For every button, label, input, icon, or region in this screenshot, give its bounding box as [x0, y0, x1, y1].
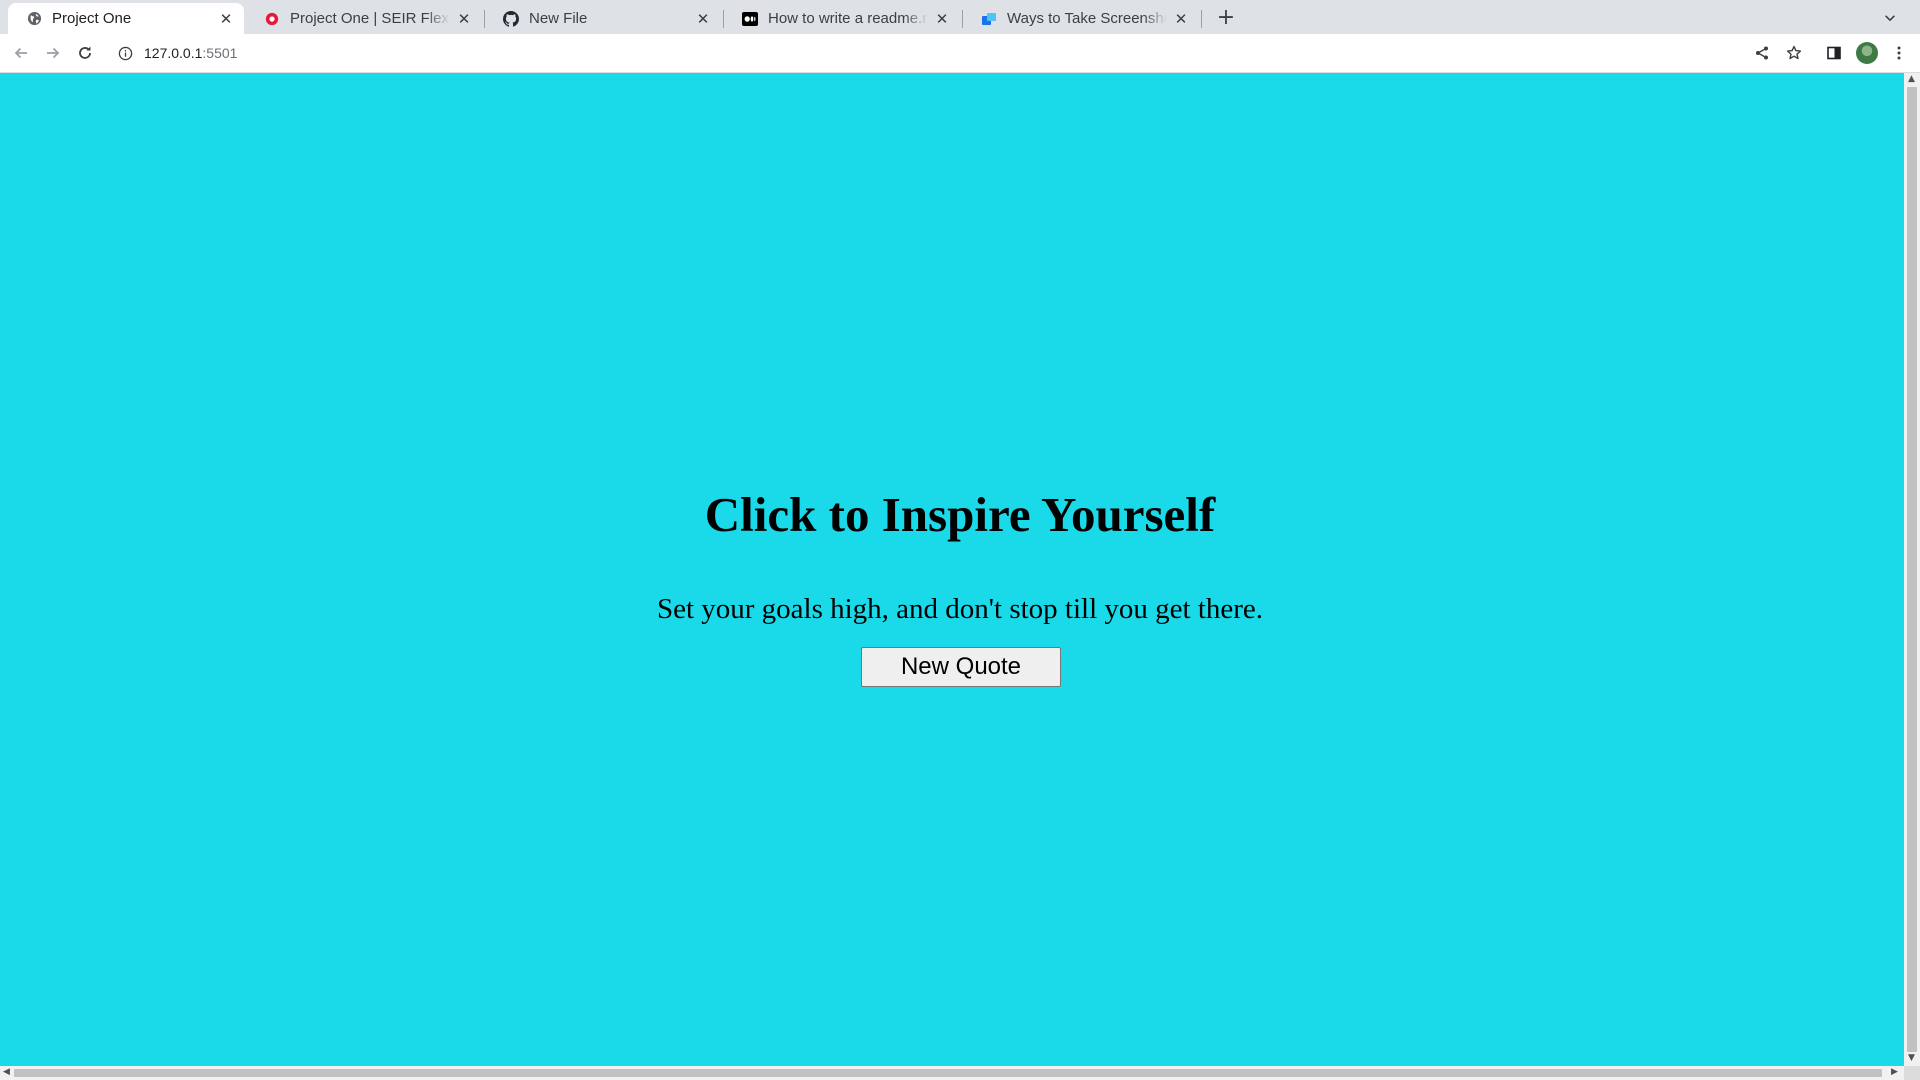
tab-screenshots-article[interactable]: Ways to Take Screenshots ✕ — [963, 3, 1199, 34]
more-vert-icon — [1897, 46, 1901, 60]
reload-icon — [79, 46, 91, 59]
new-quote-button[interactable]: New Quote — [861, 647, 1061, 687]
close-tab-icon[interactable]: ✕ — [695, 11, 711, 27]
tab-title: Project One | SEIR Flex 11 — [290, 10, 450, 27]
new-tab-button[interactable]: + — [1213, 5, 1239, 31]
bookmark-button[interactable] — [1782, 41, 1806, 65]
side-panel-icon — [1827, 46, 1841, 60]
url-port: :5501 — [202, 45, 238, 61]
back-arrow-icon — [14, 47, 27, 59]
tab-search-button[interactable] — [1878, 6, 1902, 30]
toolbar: 127.0.0.1:5501 — [0, 34, 1920, 72]
close-tab-icon[interactable]: ✕ — [456, 11, 472, 27]
chevron-down-icon — [1885, 15, 1895, 22]
tab-seir-flex[interactable]: Project One | SEIR Flex 11 ✕ — [246, 3, 482, 34]
tab-title: New File — [529, 10, 588, 27]
medium-icon — [742, 11, 758, 27]
back-button[interactable] — [9, 41, 33, 65]
tab-title: Project One — [52, 10, 132, 27]
close-tab-icon[interactable]: ✕ — [1173, 11, 1189, 27]
ga-logo-icon — [264, 11, 280, 27]
scroll-down-arrow-icon[interactable]: ▼ — [1908, 1054, 1915, 1063]
tab-readme-article[interactable]: How to write a readme.md ✕ — [724, 3, 960, 34]
site-info-icon[interactable] — [116, 44, 134, 62]
vertical-scrollbar[interactable]: ▲ ▼ — [1904, 73, 1920, 1066]
tab-project-one[interactable]: Project One ✕ — [8, 3, 244, 34]
tab-title: Ways to Take Screenshots — [1007, 10, 1167, 27]
browser-chrome: Project One ✕ Project One | SEIR Flex 11… — [0, 0, 1920, 73]
windows-icon — [981, 11, 997, 27]
reload-button[interactable] — [73, 41, 97, 65]
share-icon — [1756, 46, 1768, 60]
tab-strip: Project One ✕ Project One | SEIR Flex 11… — [0, 0, 1920, 34]
star-icon — [1786, 45, 1802, 60]
forward-button[interactable] — [41, 41, 65, 65]
share-button[interactable] — [1750, 41, 1774, 65]
url-host: 127.0.0.1 — [144, 45, 203, 61]
close-tab-icon[interactable]: ✕ — [934, 11, 950, 27]
address-bar[interactable]: 127.0.0.1:5501 — [108, 38, 1788, 68]
scroll-up-arrow-icon[interactable]: ▲ — [1908, 75, 1915, 84]
vertical-scrollbar-thumb[interactable] — [1907, 87, 1917, 1052]
tab-new-file[interactable]: New File ✕ — [485, 3, 721, 34]
menu-button[interactable] — [1887, 41, 1911, 65]
horizontal-scrollbar[interactable]: ◀ ▶ — [0, 1066, 1904, 1080]
scroll-left-arrow-icon[interactable]: ◀ — [3, 1068, 10, 1077]
horizontal-scrollbar-thumb[interactable] — [14, 1069, 1882, 1077]
page-heading: Click to Inspire Yourself — [704, 487, 1216, 542]
scroll-right-arrow-icon[interactable]: ▶ — [1891, 1068, 1898, 1077]
side-panel-button[interactable] — [1822, 41, 1846, 65]
forward-arrow-icon — [47, 47, 60, 59]
profile-avatar[interactable] — [1856, 42, 1878, 64]
quote-text: Set your goals high, and don't stop till… — [656, 593, 1264, 625]
tab-title: How to write a readme.md — [768, 10, 928, 27]
globe-icon — [26, 11, 42, 27]
close-tab-icon[interactable]: ✕ — [218, 11, 234, 27]
page-viewport: Click to Inspire Yourself Set your goals… — [0, 73, 1904, 1066]
scrollbar-corner — [1904, 1066, 1920, 1080]
tab-separator — [1201, 10, 1202, 28]
github-icon — [503, 10, 519, 27]
